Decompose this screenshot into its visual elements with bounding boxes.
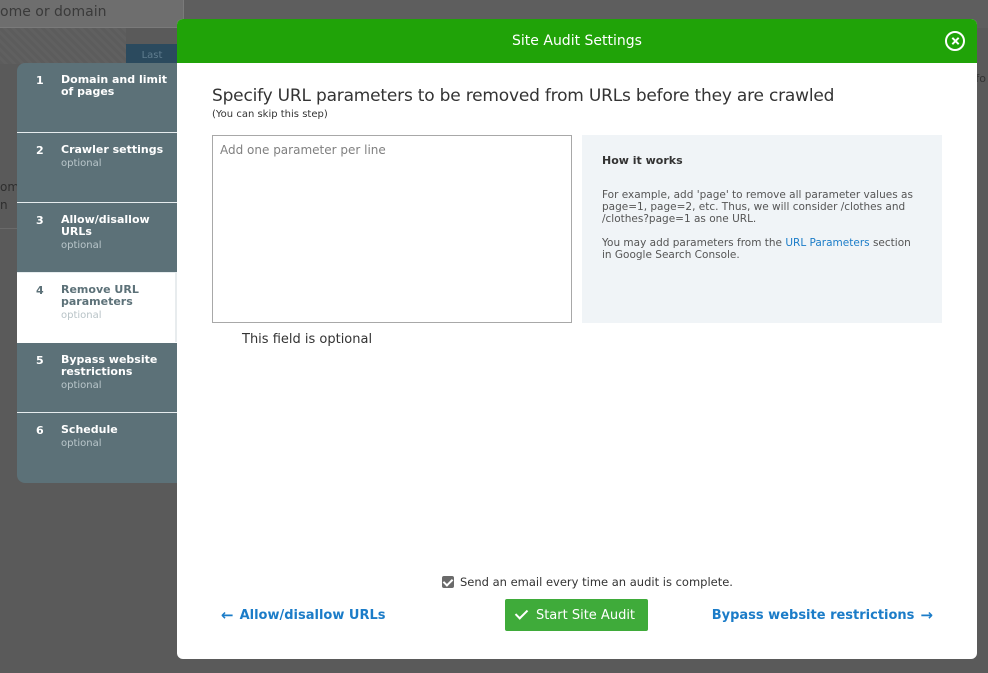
arrow-right-icon: → [920, 606, 933, 624]
step-title: Schedule [61, 423, 118, 436]
info-text-before: You may add parameters from the [602, 237, 786, 249]
step-title: Bypass website restrictions [61, 353, 158, 378]
next-link-label: Bypass website restrictions [711, 607, 915, 623]
step-domain-limit[interactable]: 1 Domain and limit of pages [17, 63, 179, 133]
step-remove-url-parameters[interactable]: 4 Remove URL parameters optional [17, 273, 179, 343]
step-number: 1 [36, 74, 44, 87]
site-audit-settings-modal: Site Audit Settings Specify URL paramete… [177, 19, 977, 659]
back-link[interactable]: ← Allow/disallow URLs [221, 606, 385, 624]
check-icon [514, 606, 529, 620]
arrow-left-icon: ← [221, 606, 234, 624]
email-checkbox-label: Send an email every time an audit is com… [460, 575, 733, 589]
info-title: How it works [602, 154, 683, 167]
next-link[interactable]: Bypass website restrictions → [712, 606, 933, 624]
modal-header: Site Audit Settings [177, 19, 977, 63]
url-parameters-input[interactable] [212, 135, 572, 323]
step-subtitle: optional [61, 240, 102, 251]
step-bypass-restrictions[interactable]: 5 Bypass website restrictions optional [17, 343, 179, 413]
step-title: Allow/disallow URLs [61, 213, 150, 238]
bg-stripe [0, 28, 126, 64]
how-it-works-panel: How it works For example, add 'page' to … [582, 135, 942, 323]
bg-search-input: ome or domain [0, 0, 184, 28]
bg-divider [0, 228, 17, 229]
info-console-text: You may add parameters from the URL Para… [602, 237, 922, 261]
step-subtitle: optional [61, 310, 102, 321]
start-button-label: Start Site Audit [535, 607, 636, 623]
step-subtitle: optional [61, 380, 102, 391]
step-subtitle: optional [61, 158, 102, 169]
step-allow-disallow[interactable]: 3 Allow/disallow URLs optional [17, 203, 179, 273]
back-link-label: Allow/disallow URLs [239, 607, 386, 623]
email-checkbox[interactable] [442, 576, 454, 588]
step-title: Crawler settings [61, 143, 164, 156]
step-number: 2 [36, 144, 44, 157]
url-parameters-link[interactable]: URL Parameters [785, 237, 869, 249]
step-crawler-settings[interactable]: 2 Crawler settings optional [17, 133, 179, 203]
email-notification-row: Send an email every time an audit is com… [442, 575, 733, 589]
steps-sidebar: 1 Domain and limit of pages 2 Crawler se… [17, 63, 179, 483]
step-number: 3 [36, 214, 44, 227]
close-icon[interactable] [945, 31, 965, 51]
step-schedule[interactable]: 6 Schedule optional [17, 413, 179, 483]
info-example-text: For example, add 'page' to remove all pa… [602, 189, 913, 225]
step-subtitle: optional [61, 438, 102, 449]
step-title: Remove URL parameters [61, 283, 139, 308]
step-heading: Specify URL parameters to be removed fro… [212, 86, 835, 106]
optional-note: This field is optional [242, 332, 373, 347]
step-number: 5 [36, 354, 44, 367]
start-site-audit-button[interactable]: Start Site Audit [505, 599, 648, 631]
step-number: 6 [36, 424, 44, 437]
step-number: 4 [36, 284, 44, 297]
skip-hint: (You can skip this step) [212, 109, 328, 120]
step-title: Domain and limit of pages [61, 73, 167, 98]
modal-title: Site Audit Settings [512, 33, 642, 49]
